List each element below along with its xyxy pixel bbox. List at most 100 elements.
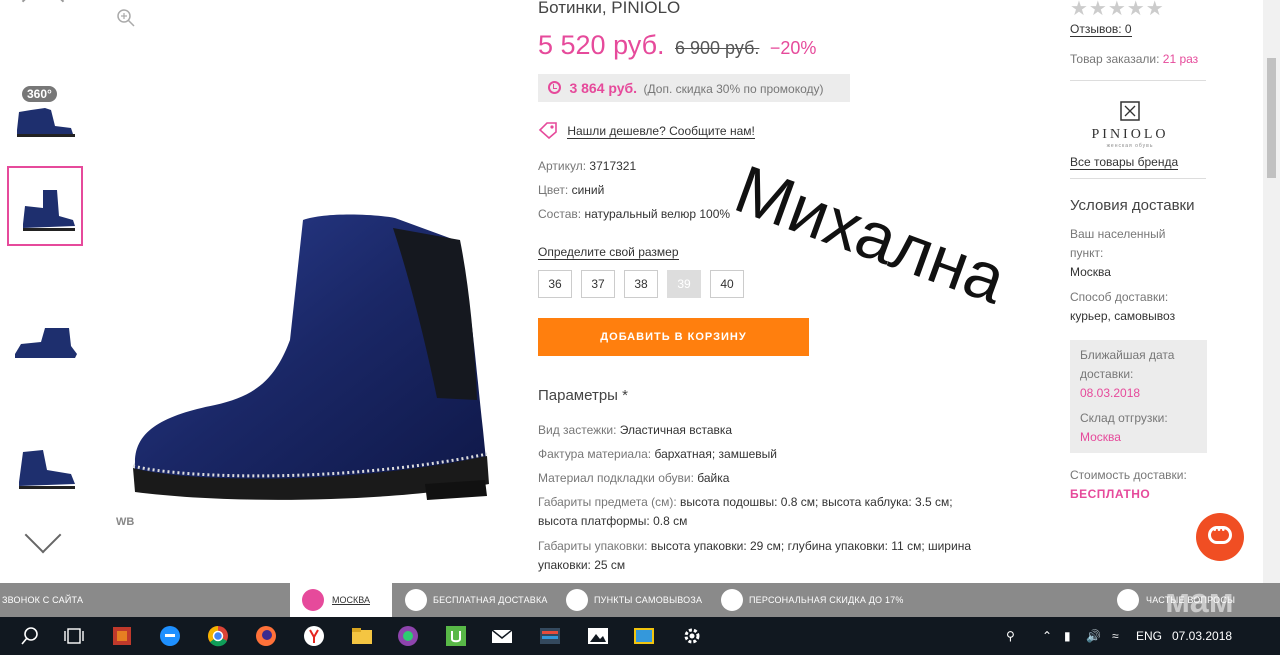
photos-icon[interactable] [586,624,610,648]
bottom-info-bar: ЗВОНОК С САЙТА МОСКВА БЕСПЛАТНАЯ ДОСТАВК… [0,583,1280,617]
locality-value[interactable]: Москва [1070,265,1111,279]
call-from-site-link[interactable]: ЗВОНОК С САЙТА [2,583,83,617]
thumbnail-side[interactable] [7,316,83,396]
pickup-points-link[interactable]: ПУНКТЫ САМОВЫВОЗА [594,583,702,617]
scrollbar-thumb[interactable] [1267,58,1276,178]
found-cheaper-link[interactable]: Нашли дешевле? Сообщите нам! [567,124,755,139]
keyboard-language[interactable]: ENG [1136,617,1162,655]
promo-price-box: 3 864 руб. (Доп. скидка 30% по промокоду… [538,74,850,102]
ordered-value: 21 раз [1162,52,1199,66]
param-label: Габариты упаковки: [538,539,648,553]
article-row: Артикул: 3717321 [538,159,636,173]
question-icon [1117,589,1139,611]
nearest-date-value: 08.03.2018 [1080,386,1141,400]
discount-tag-icon [721,589,743,611]
zoom-icon[interactable] [116,8,136,28]
add-to-cart-button[interactable]: ДОБАВИТЬ В КОРЗИНУ [538,318,809,356]
badge-360: 360° [22,86,57,102]
delivery-cost-value: БЕСПЛАТНО [1070,487,1151,501]
delivery-title: Условия доставки [1070,197,1195,214]
param-label: Материал подкладки обуви: [538,471,694,485]
search-icon[interactable] [18,624,42,648]
battery-icon[interactable]: ▮ [1064,617,1071,655]
size-guide-link[interactable]: Определите свой размер [538,245,679,260]
file-explorer-icon[interactable] [350,624,374,648]
param-row: Габариты предмета (см): высота подошвы: … [538,493,988,531]
article-label: Артикул: [538,159,587,173]
city-selector[interactable]: МОСКВА [290,583,392,617]
product-main-image[interactable] [125,200,495,510]
wb-label: WB [116,516,135,528]
locality-label-2: пункт: [1070,246,1104,260]
reviews-link[interactable]: Отзывов: 0 [1070,22,1132,37]
color-label: Цвет: [538,183,569,197]
rating-stars-icon[interactable]: ★★★★★ [1070,0,1165,21]
size-option[interactable]: 38 [624,270,658,298]
found-cheaper: Нашли дешевле? Сообщите нам! [538,121,755,139]
boot-thumbnail-icon [15,328,77,358]
handwritten-overlay-text: Михална [725,150,1016,319]
task-view-icon[interactable] [62,624,86,648]
param-row: Материал подкладки обуви: байка [538,469,988,488]
edge-browser-icon[interactable] [158,624,182,648]
warehouse-value: Москва [1080,430,1121,444]
current-price: 5 520 руб. [538,30,665,60]
delivery-method-value: курьер, самовывоз [1070,309,1176,323]
volume-icon[interactable]: 🔊 [1086,617,1101,655]
delivery-cost-label: Стоимость доставки: [1070,468,1187,482]
chat-button[interactable] [1196,513,1244,561]
page-scrollbar[interactable] [1263,0,1280,583]
app-icon[interactable] [396,624,420,648]
boot-thumbnail-icon [17,108,75,137]
yandex-browser-icon[interactable] [302,624,326,648]
free-delivery-link[interactable]: БЕСПЛАТНАЯ ДОСТАВКА [433,583,548,617]
param-label: Фактура материала: [538,447,652,461]
parameters-title: Параметры * [538,387,628,404]
windows-taskbar: ⚲ ⌃ ▮ 🔊 ≈ ENG 07.03.2018 [0,617,1280,655]
city-label: МОСКВА [332,595,370,605]
clock-icon [548,81,561,94]
nearest-date-label: Ближайшая дата [1080,348,1175,362]
location-arrow-icon [302,589,324,611]
chrome-browser-icon[interactable] [206,624,230,648]
size-option[interactable]: 36 [538,270,572,298]
tray-chevron-icon[interactable]: ⌃ [1042,617,1052,655]
settings-gear-icon[interactable] [680,624,704,648]
delivery-date-box: Ближайшая дата доставки: 08.03.2018 Скла… [1070,340,1207,453]
network-icon[interactable]: ≈ [1112,617,1119,655]
size-option[interactable]: 40 [710,270,744,298]
truck-icon [405,589,427,611]
all-brand-products-link[interactable]: Все товары бренда [1070,155,1179,170]
brand-subtitle: женская обувь [1106,143,1154,149]
promo-price: 3 864 руб. [569,80,638,96]
app-icon[interactable] [538,624,562,648]
size-selector: 36 37 38 39 40 [538,270,744,298]
param-row: Вид застежки: Эластичная вставка [538,421,988,440]
boot-thumbnail-icon [23,190,75,231]
utorrent-icon[interactable] [444,624,468,648]
color-row: Цвет: синий [538,183,604,197]
image-viewer-icon[interactable] [632,624,656,648]
gallery-down-arrow-icon[interactable] [24,516,62,554]
brand-name: PINIOLO [1091,127,1169,142]
param-label: Габариты предмета (см): [538,495,677,509]
price-tag-icon [538,122,557,139]
thumbnail-back[interactable] [7,440,83,520]
gallery-up-arrow-icon[interactable] [21,0,65,23]
composition-label: Состав: [538,207,582,221]
nearest-date-label-2: доставки: [1080,367,1134,381]
param-value: бархатная; замшевый [654,447,777,461]
thumbnail-selected[interactable] [7,166,83,246]
clock-date[interactable]: 07.03.2018 [1172,617,1232,655]
watermark-text: мам [1165,582,1234,620]
color-value: синий [571,183,605,197]
mail-icon[interactable] [490,624,514,648]
size-option[interactable]: 37 [581,270,615,298]
brand-logo[interactable]: PINIOLO женская обувь [1090,100,1170,149]
app-icon[interactable] [110,624,134,648]
locality-label: Ваш населенный [1070,227,1166,241]
firefox-browser-icon[interactable] [254,624,278,648]
chat-bubble-icon [1208,525,1232,544]
people-icon[interactable]: ⚲ [1006,617,1015,655]
personal-discount-link[interactable]: ПЕРСОНАЛЬНАЯ СКИДКА ДО 17% [749,583,904,617]
